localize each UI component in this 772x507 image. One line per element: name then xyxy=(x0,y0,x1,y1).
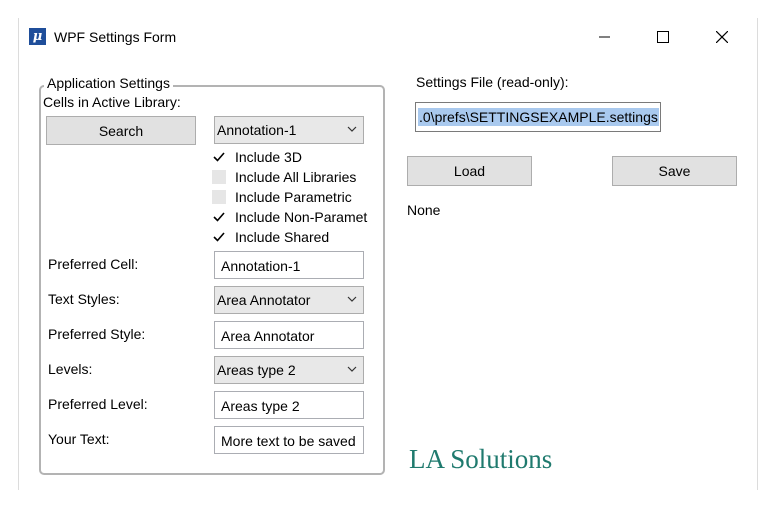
your-text-field[interactable]: More text to be saved xyxy=(214,426,364,454)
check-icon xyxy=(212,210,226,224)
text-styles-combo[interactable]: Area Annotator xyxy=(214,286,364,314)
preferred-style-label: Preferred Style: xyxy=(48,326,146,342)
checkbox-label: Include 3D xyxy=(235,149,302,165)
title-bar: μ WPF Settings Form xyxy=(19,18,757,56)
close-button[interactable] xyxy=(699,18,745,56)
preferred-level-label: Preferred Level: xyxy=(48,396,148,412)
checkbox-label: Include All Libraries xyxy=(235,169,357,185)
text-styles-value: Area Annotator xyxy=(217,292,311,308)
preferred-level-field[interactable]: Areas type 2 xyxy=(214,391,364,419)
include-all-libraries-checkbox[interactable]: Include All Libraries xyxy=(212,168,356,186)
checkbox-label: Include Shared xyxy=(235,229,330,245)
levels-value: Areas type 2 xyxy=(217,362,296,378)
chevron-down-icon xyxy=(347,126,357,132)
minimize-icon xyxy=(599,36,610,38)
cells-label: Cells in Active Library: xyxy=(43,94,181,110)
preferred-level-value: Areas type 2 xyxy=(221,398,300,414)
check-icon xyxy=(212,230,226,244)
chevron-down-icon xyxy=(347,296,357,302)
preferred-style-value: Area Annotator xyxy=(221,328,315,344)
maximize-button[interactable] xyxy=(640,18,686,56)
cell-combo[interactable]: Annotation-1 xyxy=(214,116,364,144)
checkbox-label: Include Non-Paramet xyxy=(235,209,368,225)
include-non-parametric-checkbox[interactable]: Include Non-Paramet xyxy=(212,208,367,226)
settings-file-value: .0\prefs\SETTINGSEXAMPLE.settings xyxy=(418,108,659,126)
close-icon xyxy=(716,31,728,43)
include-shared-checkbox[interactable]: Include Shared xyxy=(212,228,329,246)
check-icon xyxy=(212,150,226,164)
preferred-style-field[interactable]: Area Annotator xyxy=(214,321,364,349)
unchecked-box xyxy=(212,190,226,204)
settings-window: μ WPF Settings Form Application Settings… xyxy=(18,18,758,490)
search-button[interactable]: Search xyxy=(46,116,196,145)
preferred-cell-value: Annotation-1 xyxy=(221,258,301,274)
minimize-button[interactable] xyxy=(582,18,628,56)
maximize-icon xyxy=(657,31,669,43)
brand-logo: LA Solutions xyxy=(409,444,553,474)
group-legend: Application Settings xyxy=(44,75,173,91)
settings-file-label: Settings File (read-only): xyxy=(416,74,569,90)
load-button[interactable]: Load xyxy=(407,156,532,186)
cell-combo-value: Annotation-1 xyxy=(217,122,297,138)
window-title: WPF Settings Form xyxy=(54,29,177,45)
unchecked-box xyxy=(212,170,226,184)
include-parametric-checkbox[interactable]: Include Parametric xyxy=(212,188,352,206)
checkbox-label: Include Parametric xyxy=(235,189,352,205)
include-3d-checkbox[interactable]: Include 3D xyxy=(212,148,302,166)
levels-combo[interactable]: Areas type 2 xyxy=(214,356,364,384)
your-text-value: More text to be saved xyxy=(221,433,356,449)
text-styles-label: Text Styles: xyxy=(48,291,120,307)
save-button[interactable]: Save xyxy=(612,156,737,186)
your-text-label: Your Text: xyxy=(48,431,110,447)
status-text: None xyxy=(407,202,441,218)
preferred-cell-label: Preferred Cell: xyxy=(48,256,139,272)
chevron-down-icon xyxy=(347,366,357,372)
levels-label: Levels: xyxy=(48,361,93,377)
preferred-cell-field[interactable]: Annotation-1 xyxy=(214,251,364,279)
settings-file-field[interactable]: .0\prefs\SETTINGSEXAMPLE.settings xyxy=(415,102,661,132)
app-icon: μ xyxy=(29,28,46,45)
